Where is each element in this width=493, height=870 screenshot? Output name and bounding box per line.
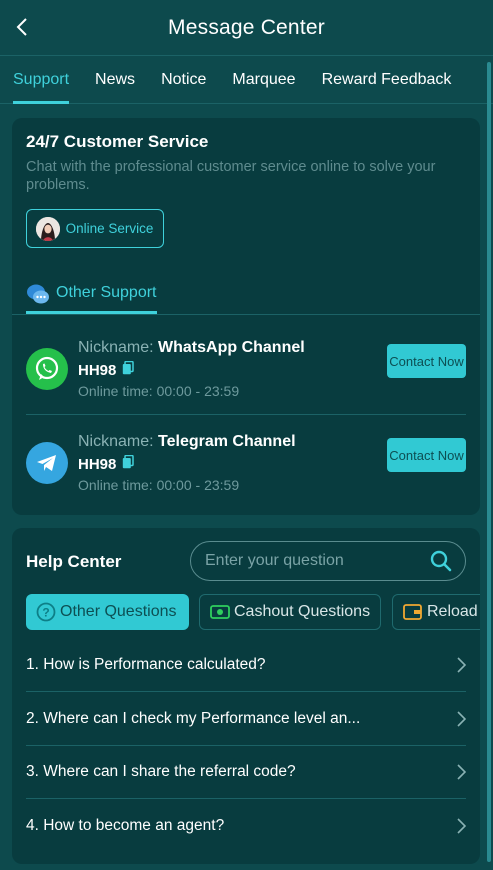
search-icon[interactable]	[429, 549, 453, 573]
channel-nickname: Nickname: Telegram Channel	[78, 433, 296, 451]
contact-now-button[interactable]: Contact Now	[387, 344, 466, 378]
tab-cashout-questions[interactable]: Cashout Questions	[199, 594, 381, 630]
question-category-tabs: ? Other Questions Cashout Questions Relo…	[26, 594, 480, 630]
tab-reward-feedback[interactable]: Reward Feedback	[322, 56, 452, 104]
cash-icon	[210, 604, 230, 620]
copy-icon[interactable]	[122, 360, 135, 379]
chevron-right-icon	[457, 818, 466, 834]
channel-code: HH98	[78, 454, 135, 473]
online-time-value: 00:00 - 23:59	[156, 383, 240, 399]
customer-service-description: Chat with the professional customer serv…	[26, 159, 436, 193]
search-input[interactable]	[191, 552, 429, 570]
channel-name: Telegram Channel	[158, 433, 296, 450]
channel-telegram: Nickname: Telegram Channel HH98 Online t…	[26, 430, 466, 508]
back-arrow-icon[interactable]	[10, 14, 34, 40]
channel-whatsapp: Nickname: WhatsApp Channel HH98 Online t…	[26, 336, 466, 414]
agent-avatar	[36, 216, 60, 241]
nickname-label: Nickname:	[78, 433, 154, 450]
faq-question: 1. How is Performance calculated?	[26, 656, 266, 673]
faq-item[interactable]: 1. How is Performance calculated?	[26, 639, 466, 692]
online-service-label: Online Service	[65, 221, 154, 236]
online-time-value: 00:00 - 23:59	[156, 477, 240, 493]
faq-item[interactable]: 2. Where can I check my Performance leve…	[26, 693, 466, 746]
page-title: Message Center	[168, 15, 325, 39]
scrollbar[interactable]	[487, 62, 491, 862]
faq-question: 4. How to become an agent?	[26, 817, 225, 834]
online-time-label: Online time:	[78, 477, 153, 493]
tab-other-questions[interactable]: ? Other Questions	[26, 594, 189, 630]
chevron-right-icon	[457, 711, 466, 727]
tab-reload[interactable]: Reload	[392, 594, 480, 630]
tab-other-support[interactable]: Other Support	[26, 278, 157, 314]
online-service-button[interactable]: Online Service	[26, 209, 164, 248]
faq-item[interactable]: 4. How to become an agent?	[26, 800, 466, 853]
whatsapp-icon	[26, 348, 68, 390]
telegram-icon	[26, 442, 68, 484]
tab-notice[interactable]: Notice	[161, 56, 206, 104]
nickname-label: Nickname:	[78, 339, 154, 356]
channel-code-value: HH98	[78, 361, 117, 379]
message-tabs: Support News Notice Marquee Reward Feedb…	[0, 56, 493, 104]
question-circle-icon: ?	[36, 602, 56, 622]
copy-icon[interactable]	[122, 454, 135, 473]
chevron-right-icon	[457, 657, 466, 673]
faq-question: 2. Where can I check my Performance leve…	[26, 710, 361, 727]
help-center-card: Help Center ? Other Questions Cashout Qu…	[12, 528, 480, 864]
search-box	[190, 541, 466, 581]
channel-online-time: Online time: 00:00 - 23:59	[78, 477, 239, 493]
wallet-icon	[403, 603, 423, 621]
tab-label: Cashout Questions	[234, 603, 371, 620]
header: Message Center	[0, 0, 493, 56]
channel-code-value: HH98	[78, 455, 117, 473]
other-support-label: Other Support	[56, 284, 157, 301]
contact-now-button[interactable]: Contact Now	[387, 438, 466, 472]
tab-support[interactable]: Support	[13, 56, 70, 104]
channel-name: WhatsApp Channel	[158, 339, 305, 356]
faq-question: 3. Where can I share the referral code?	[26, 763, 296, 780]
tab-news[interactable]: News	[95, 56, 135, 104]
divider	[26, 414, 466, 415]
channel-code: HH98	[78, 360, 135, 379]
chat-bubble-icon	[27, 284, 49, 304]
channel-online-time: Online time: 00:00 - 23:59	[78, 383, 239, 399]
svg-text:?: ?	[42, 606, 49, 620]
chevron-right-icon	[457, 764, 466, 780]
customer-service-card: 24/7 Customer Service Chat with the prof…	[12, 118, 480, 515]
faq-item[interactable]: 3. Where can I share the referral code?	[26, 746, 466, 799]
help-center-title: Help Center	[26, 552, 122, 571]
tab-marquee[interactable]: Marquee	[232, 56, 295, 104]
customer-service-title: 24/7 Customer Service	[26, 132, 209, 151]
divider	[12, 314, 480, 315]
online-time-label: Online time:	[78, 383, 153, 399]
tab-label: Reload	[427, 603, 478, 620]
channel-nickname: Nickname: WhatsApp Channel	[78, 339, 305, 357]
tab-label: Other Questions	[60, 603, 177, 620]
